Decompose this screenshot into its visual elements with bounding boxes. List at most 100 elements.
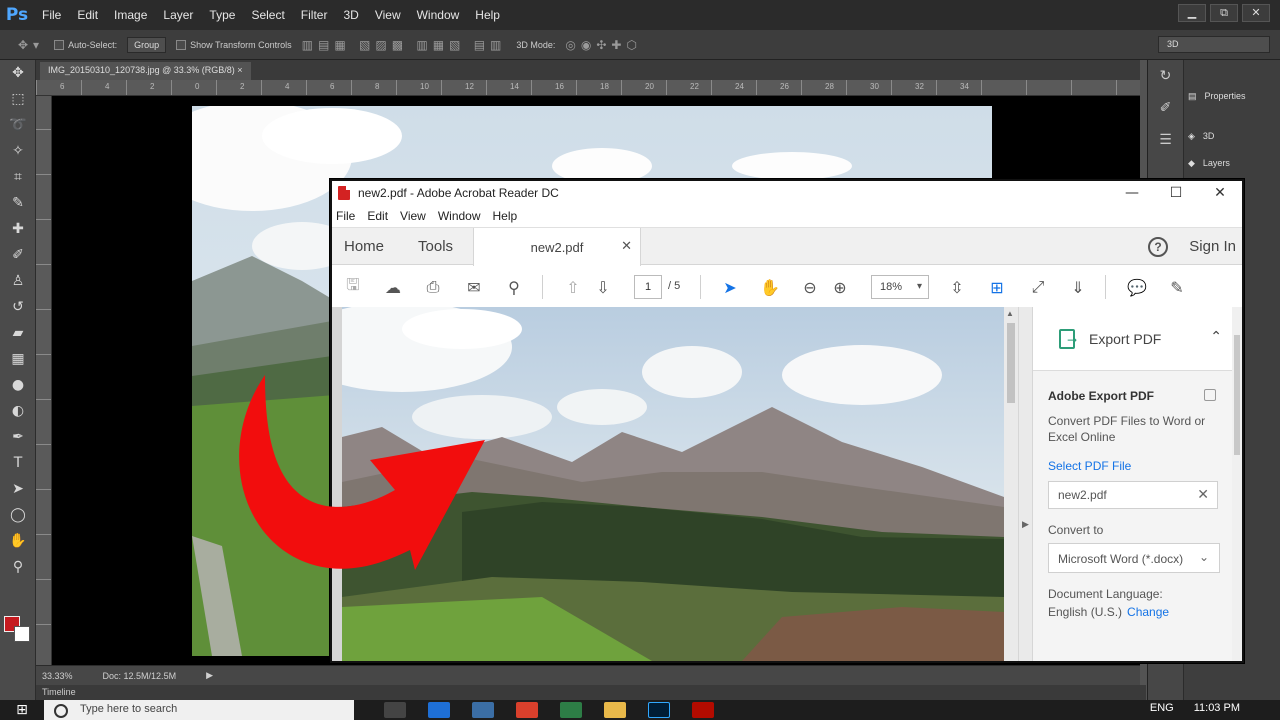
sign-pen-icon[interactable]: ✎ (1166, 276, 1188, 298)
chrome-icon[interactable] (516, 702, 538, 718)
ps-menu-image[interactable]: Image (106, 0, 155, 30)
app-icon[interactable] (560, 702, 582, 718)
page-number-input[interactable]: 1 (634, 275, 662, 299)
ps-menu-edit[interactable]: Edit (69, 0, 106, 30)
pdf-page-view[interactable] (342, 307, 1004, 661)
pane-collapse-gutter[interactable]: ▶ (1018, 307, 1032, 661)
3d-mode-icons[interactable]: ◎◉✣✚⬡ (565, 38, 642, 52)
ps-menu-filter[interactable]: Filter (293, 0, 336, 30)
menu-window[interactable]: Window (438, 209, 481, 223)
color-swatches[interactable] (4, 616, 32, 644)
gradient-icon[interactable]: ▦ (0, 346, 36, 372)
next-page-icon[interactable]: ⇩ (592, 276, 614, 298)
store-icon[interactable] (472, 702, 494, 718)
full-screen-icon[interactable]: ⤢ (1027, 276, 1049, 298)
blur-icon[interactable]: ● (0, 372, 36, 398)
move-icon[interactable]: ✥ (0, 60, 36, 86)
export-pdf-header[interactable]: Export PDF ⌃ (1033, 307, 1242, 371)
copy-icon[interactable] (1204, 389, 1216, 401)
search-icon[interactable]: ⚲ (503, 276, 525, 298)
pen-icon[interactable]: ✒ (0, 424, 36, 450)
zoom-in-icon[interactable]: ⊕ (829, 276, 851, 298)
lasso-icon[interactable]: ➰ (0, 112, 36, 138)
email-icon[interactable]: ✉ (463, 276, 485, 298)
select-pdf-file-link[interactable]: Select PDF File (1048, 459, 1222, 473)
minimize-button[interactable]: — (1110, 181, 1154, 205)
3d-panel-button[interactable]: ◈ 3D (1188, 122, 1278, 150)
hand-tool-icon[interactable]: ✋ (759, 276, 781, 298)
print-icon[interactable]: ⎙ (422, 276, 444, 298)
document-scrollbar[interactable]: ▲ (1004, 307, 1018, 661)
scroll-mode-icon[interactable]: ⊞ (986, 276, 1008, 298)
menu-file[interactable]: File (336, 209, 355, 223)
ps-menu-view[interactable]: View (367, 0, 409, 30)
close-button[interactable]: ✕ (1198, 181, 1242, 205)
tab-document[interactable]: new2.pdf ✕ (473, 228, 641, 266)
scroll-up-icon[interactable]: ▲ (1006, 309, 1014, 318)
adjustments-icon[interactable]: ☰ (1148, 124, 1183, 156)
magic-wand-icon[interactable]: ✧ (0, 138, 36, 164)
brush-panel-icon[interactable]: ✐ (1148, 92, 1183, 124)
align-icons[interactable]: ▥▤▦ ▧▨▩ ▥▦▧ ▤▥ (302, 38, 507, 52)
clear-file-icon[interactable]: ✕ (1197, 486, 1209, 503)
tab-tools[interactable]: Tools (418, 238, 453, 255)
ps-close-button[interactable]: ✕ (1242, 4, 1270, 22)
language-indicator[interactable]: ENG (1150, 702, 1174, 714)
history-icon[interactable]: ↻ (1148, 60, 1183, 92)
zoom-status[interactable]: 33.33% (42, 671, 73, 681)
ps-minimize-button[interactable]: ▁ (1178, 4, 1206, 22)
dodge-icon[interactable]: ◐ (0, 398, 36, 424)
upload-cloud-icon[interactable]: ☁ (382, 276, 404, 298)
path-select-icon[interactable]: ➤ (0, 476, 36, 502)
ps-menu-window[interactable]: Window (409, 0, 468, 30)
background-color-swatch[interactable] (14, 626, 30, 642)
file-explorer-icon[interactable] (604, 702, 626, 718)
ps-menu-select[interactable]: Select (243, 0, 292, 30)
save-icon[interactable]: 🖫 (342, 275, 364, 298)
zoom-icon[interactable]: ⚲ (0, 554, 36, 580)
sign-in-button[interactable]: Sign In (1189, 238, 1236, 255)
menu-edit[interactable]: Edit (367, 209, 388, 223)
auto-select-option[interactable]: Auto-Select: (54, 39, 117, 50)
marquee-icon[interactable]: ⬚ (0, 86, 36, 112)
menu-help[interactable]: Help (493, 209, 518, 223)
clock[interactable]: 11:03 PM (1194, 702, 1240, 714)
ps-menu-type[interactable]: Type (201, 0, 243, 30)
chevron-up-icon[interactable]: ⌃ (1210, 329, 1222, 345)
ps-menu-file[interactable]: File (34, 0, 69, 30)
acrobat-taskbar-icon[interactable] (692, 702, 714, 718)
show-transform-option[interactable]: Show Transform Controls (176, 39, 292, 50)
photoshop-taskbar-icon[interactable] (648, 702, 670, 718)
eraser-icon[interactable]: ▰ (0, 320, 36, 346)
ps-document-tab[interactable]: IMG_20150310_120738.jpg @ 33.3% (RGB/8) … (40, 62, 251, 80)
close-icon[interactable]: × (237, 65, 242, 75)
task-view-icon[interactable] (384, 702, 406, 718)
tab-home[interactable]: Home (344, 238, 384, 255)
auto-select-checkbox[interactable] (54, 39, 65, 50)
maximize-button[interactable]: ☐ (1154, 181, 1198, 205)
help-icon[interactable]: ? (1148, 237, 1168, 257)
hand-icon[interactable]: ✋ (0, 528, 36, 554)
zoom-select[interactable]: 18% (871, 275, 929, 299)
timeline-panel-tab[interactable]: Timeline (36, 685, 1146, 701)
stamp-icon[interactable]: ♙ (0, 268, 36, 294)
properties-panel-button[interactable]: ▤ Properties (1188, 82, 1278, 110)
previous-page-icon[interactable]: ⇧ (562, 276, 584, 298)
download-icon[interactable]: ⇓ (1067, 276, 1089, 298)
auto-select-dropdown[interactable]: Group (127, 36, 167, 53)
show-transform-checkbox[interactable] (176, 39, 187, 50)
expand-pane-icon[interactable]: ▶ (1022, 519, 1029, 530)
export-pane-scrollbar[interactable] (1232, 307, 1242, 661)
ps-menu-help[interactable]: Help (467, 0, 508, 30)
eyedropper-icon[interactable]: ✎ (0, 190, 36, 216)
move-tool-icon[interactable]: ✥▾ (18, 38, 44, 52)
menu-view[interactable]: View (400, 209, 426, 223)
healing-brush-icon[interactable]: ✚ (0, 216, 36, 242)
comment-icon[interactable]: 💬 (1126, 276, 1148, 298)
brush-icon[interactable]: ✐ (0, 242, 36, 268)
status-menu-arrow-icon[interactable]: ▶ (206, 670, 213, 681)
layers-panel-button[interactable]: ◆ Layers (1188, 149, 1278, 177)
shape-icon[interactable]: ◯ (0, 502, 36, 528)
history-brush-icon[interactable]: ↺ (0, 294, 36, 320)
ps-restore-button[interactable]: ⧉ (1210, 4, 1238, 22)
